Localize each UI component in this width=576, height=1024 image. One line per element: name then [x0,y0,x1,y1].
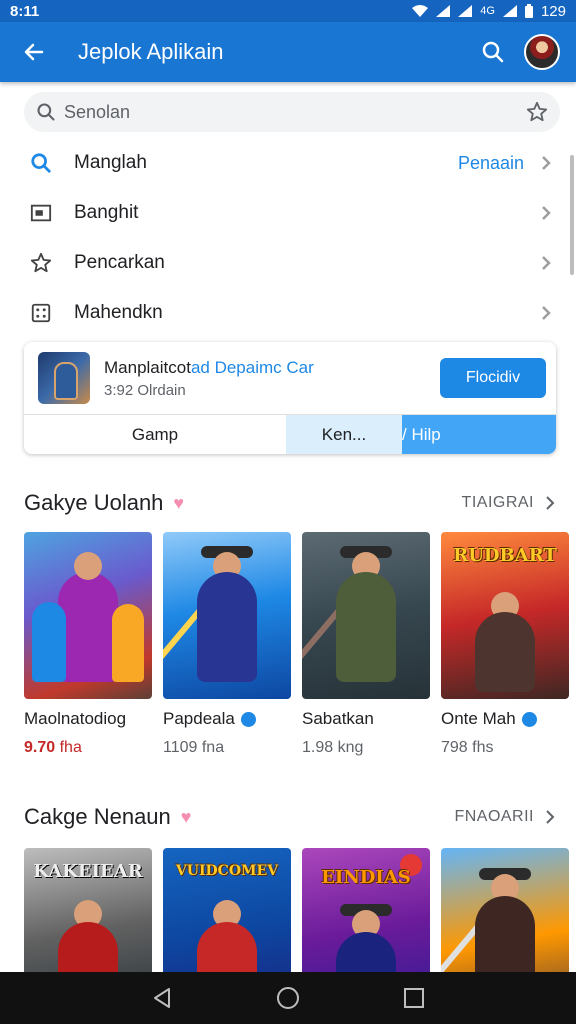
see-more-link[interactable]: TIAIGRAI [462,494,534,512]
app-subtitle: 3:92 Olrdain [104,381,186,399]
game-title: Onte Mah [441,709,569,729]
tab-ken[interactable]: Ken... [286,415,402,454]
star-outline-icon[interactable] [526,101,548,123]
section-header: Cakge Nenaun ♥ FNAOARII [24,804,556,830]
heart-icon[interactable]: ♥ [181,807,192,828]
menu-item-label: Banghit [74,202,139,223]
meta-value: 798 [441,739,468,756]
scrollbar[interactable] [570,155,574,275]
section-header: Gakye Uolanh ♥ TIAIGRAI [24,490,556,516]
menu-item-pencarkan[interactable]: Pencarkan [0,238,576,288]
network-label: 4G [480,5,495,17]
game-thumbnail[interactable] [302,532,430,699]
menu-item-extra[interactable]: Penaain [458,153,524,174]
meta-unit: kng [337,739,364,756]
game-card[interactable]: Papdeala 1109 fna [163,532,291,757]
section-title: Cakge Nenaun [24,804,171,829]
home-circle-icon[interactable] [276,986,300,1010]
menu-item-mahendkn[interactable]: Mahendkn [0,288,576,338]
game-row: Maolnatodiog 9.70 fha Papdeala 1109 fna … [24,532,569,757]
verified-icon [240,711,256,727]
heart-icon[interactable]: ♥ [173,493,184,514]
search-input[interactable] [64,101,526,123]
game-rating: 9.70 fha [24,739,152,757]
game-banner: KAKEIEAR [33,860,143,882]
system-nav-bar [0,972,576,1024]
search-icon [37,103,55,121]
back-triangle-icon[interactable] [151,987,173,1009]
app-name[interactable]: Manplaitcotad Depaimc Car [104,358,314,378]
game-card[interactable]: RUDBART Onte Mah 798 fhs [441,532,569,757]
app-bar: Jeplok Aplikain [0,22,576,82]
page-title: Jeplok Aplikain [78,39,224,64]
star-icon [28,250,54,276]
rating-unit: fha [59,739,82,756]
game-title-text: Maolnatodiog [24,709,127,728]
back-arrow-icon [24,43,44,61]
recents-square-icon[interactable] [403,987,425,1009]
grid-icon [28,300,54,326]
chevron-right-icon [542,306,551,320]
meta-unit: fhs [472,739,494,756]
game-meta: 798 fhs [441,739,569,757]
search-bar [24,92,560,132]
tab-game[interactable]: Gamp [24,415,286,454]
game-meta: 1.98 kng [302,739,430,757]
status-bar: 8:11 4G 129 [0,0,576,22]
menu-item-label: Manglah [74,152,147,173]
menu-item-label: Pencarkan [74,252,165,273]
battery-label: 129 [540,2,566,20]
search-icon [28,150,54,176]
game-banner: VUIDCOMEV [175,863,279,879]
game-title-text: Onte Mah [441,709,516,728]
game-title: Maolnatodiog [24,709,152,729]
meta-unit: fna [201,739,225,756]
app-name-part: Manplaitcot [104,357,191,377]
tab-help[interactable]: / Hilp [402,415,556,454]
game-thumbnail[interactable] [24,532,152,699]
game-title-text: Sabatkan [302,709,374,728]
app-icon[interactable] [38,352,90,404]
game-thumbnail[interactable]: RUDBART [441,532,569,699]
avatar[interactable] [524,34,560,70]
menu-item-label: Mahendkn [74,302,163,323]
chevron-right-icon [542,256,551,270]
signal-icon [436,5,451,17]
meta-value: 1109 [163,739,198,756]
rating-value: 9.70 [24,739,56,756]
game-meta: 1109 fna [163,739,291,757]
app-name-part: ad Depaimc Car [190,357,314,377]
featured-app-card: Manplaitcotad Depaimc Car 3:92 Olrdain F… [24,342,556,454]
see-more-link[interactable]: FNAOARII [454,808,534,826]
search-button[interactable] [468,27,518,77]
signal-icon [458,5,473,17]
verified-icon [521,711,537,727]
battery-icon [524,4,533,18]
game-title: Papdeala [163,709,291,729]
game-card[interactable]: Maolnatodiog 9.70 fha [24,532,152,757]
game-banner: EINDIAS [321,866,411,888]
meta-value: 1.98 [302,739,334,756]
chevron-right-icon[interactable] [544,809,556,825]
signal-icon [502,5,517,17]
status-time: 8:11 [10,2,40,20]
chevron-right-icon[interactable] [544,495,556,511]
game-card[interactable]: Sabatkan 1.98 kng [302,532,430,757]
chevron-right-icon [542,206,551,220]
back-button[interactable] [4,22,64,82]
window-icon [28,200,54,226]
game-thumbnail[interactable] [163,532,291,699]
game-title: Sabatkan [302,709,430,729]
game-title-text: Papdeala [163,709,235,728]
menu-list: Manglah Penaain Banghit Pencarkan Mahend… [0,138,576,338]
install-button[interactable]: Flocidiv [440,358,546,398]
menu-item-banghit[interactable]: Banghit [0,188,576,238]
search-icon [482,41,504,63]
game-banner: RUDBART [453,544,557,566]
section-title: Gakye Uolanh [24,490,164,515]
wifi-icon [412,5,429,17]
menu-item-manglah[interactable]: Manglah Penaain [0,138,576,188]
chevron-right-icon [542,156,551,170]
